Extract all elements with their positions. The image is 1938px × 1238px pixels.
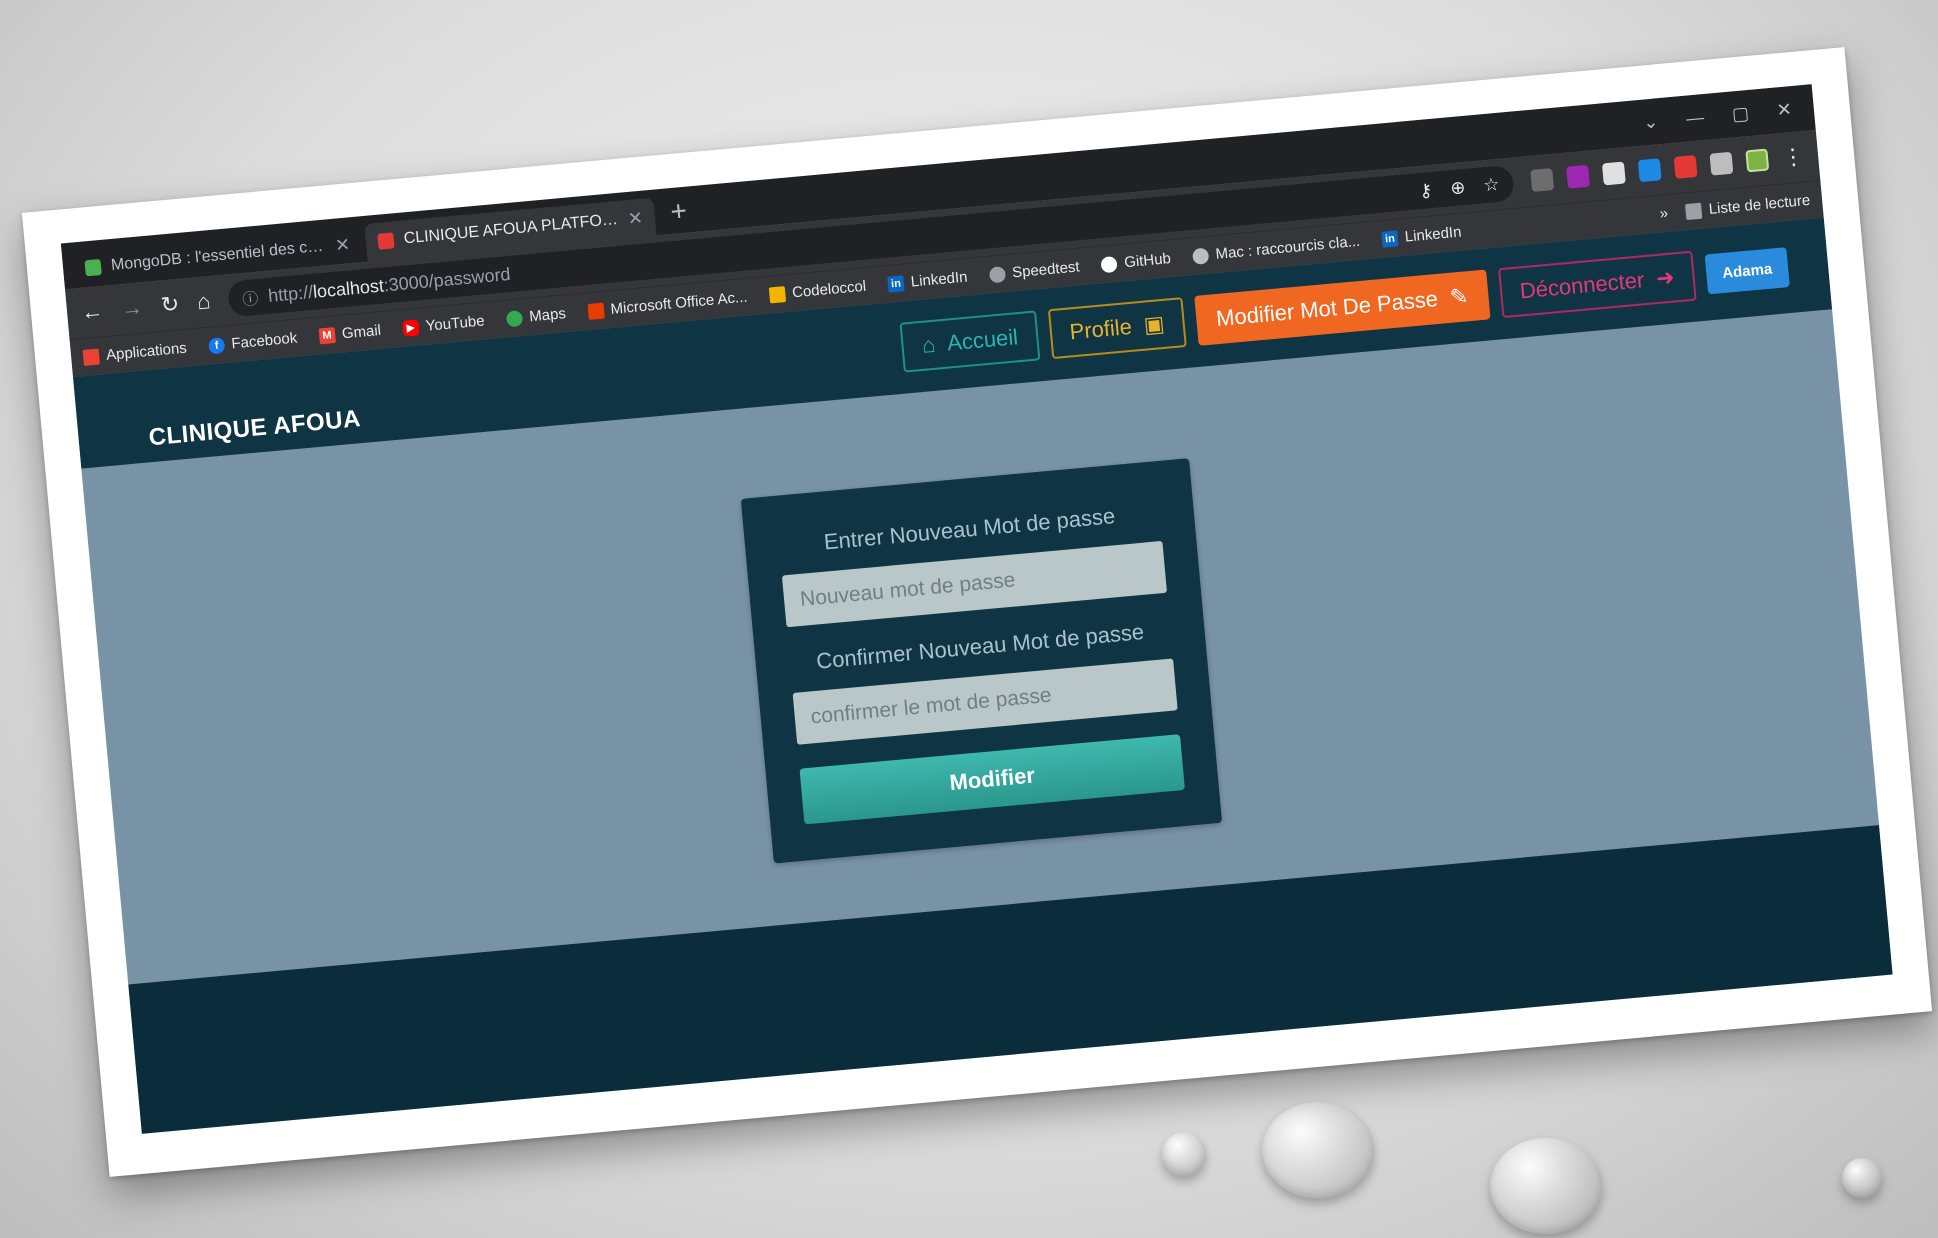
- bookmark-linkedin[interactable]: in LinkedIn: [887, 269, 968, 293]
- url-text: http://localhost:3000/password: [267, 263, 512, 306]
- bookmark-maps[interactable]: Maps: [505, 305, 567, 327]
- water-drop: [1162, 1132, 1206, 1176]
- site-info-icon[interactable]: ⓘ: [241, 285, 259, 310]
- maps-icon: [505, 309, 524, 327]
- extension-red-icon[interactable]: [1673, 154, 1698, 179]
- bookmark-youtube[interactable]: ▶ YouTube: [402, 312, 485, 337]
- extension-broadcast-icon[interactable]: [1566, 164, 1590, 189]
- reading-list-icon: [1685, 202, 1703, 220]
- mongodb-icon: [84, 258, 102, 277]
- sign-out-icon: ➜: [1654, 264, 1676, 292]
- maximize-icon[interactable]: ▢: [1731, 103, 1750, 125]
- puzzle-icon[interactable]: [1709, 151, 1734, 176]
- tab-search-icon[interactable]: ⌄: [1642, 111, 1659, 133]
- back-icon[interactable]: ←: [80, 298, 104, 326]
- water-drop: [1842, 1158, 1882, 1198]
- bookmark-github[interactable]: GitHub: [1100, 250, 1172, 273]
- bookmark-gmail[interactable]: M Gmail: [318, 322, 382, 345]
- bookmark-linkedin-2[interactable]: in LinkedIn: [1381, 224, 1462, 248]
- reload-icon[interactable]: ↻: [160, 291, 181, 319]
- bookmarks-right: » Liste de lecture: [1659, 192, 1811, 223]
- bookmark-mac-shortcuts[interactable]: Mac : raccourcis cla...: [1191, 233, 1361, 265]
- codeloccol-icon: [768, 285, 786, 303]
- reading-list-button[interactable]: Liste de lecture: [1685, 192, 1811, 220]
- bookmark-applications[interactable]: Applications: [82, 340, 187, 366]
- key-icon[interactable]: ⚷: [1418, 180, 1433, 202]
- forward-icon[interactable]: →: [120, 294, 144, 322]
- extension-v-icon[interactable]: [1530, 168, 1555, 192]
- extension-pen-icon[interactable]: [1601, 161, 1626, 186]
- minimize-icon[interactable]: —: [1685, 107, 1705, 130]
- bookmark-office[interactable]: Microsoft Office Ac...: [587, 289, 748, 320]
- accueil-button[interactable]: ⌂ Accueil: [899, 310, 1041, 373]
- clinique-favicon-icon: [377, 232, 395, 250]
- zoom-icon[interactable]: ⊕: [1449, 177, 1466, 199]
- user-button[interactable]: Adama: [1704, 247, 1790, 295]
- bookmark-codeloccol[interactable]: Codeloccol: [768, 278, 867, 304]
- home-icon: ⌂: [920, 331, 937, 358]
- close-window-icon[interactable]: ✕: [1776, 99, 1793, 121]
- profile-avatar-icon[interactable]: [1745, 148, 1770, 173]
- office-icon: [587, 302, 605, 320]
- bookmark-facebook[interactable]: f Facebook: [207, 330, 298, 355]
- modifier-button[interactable]: Modifier: [799, 734, 1185, 825]
- menu-dots-icon[interactable]: ⋮: [1781, 143, 1805, 171]
- home-icon[interactable]: ⌂: [196, 288, 212, 315]
- github-icon: [1100, 255, 1119, 273]
- youtube-icon: ▶: [402, 318, 420, 337]
- edit-icon: ✎: [1448, 283, 1470, 310]
- password-form: Entrer Nouveau Mot de passe Confirmer No…: [740, 458, 1223, 864]
- new-tab-icon[interactable]: +: [657, 194, 701, 236]
- profile-button[interactable]: Profile ▣: [1047, 297, 1187, 360]
- star-icon[interactable]: ☆: [1482, 173, 1500, 195]
- logout-button[interactable]: Déconnecter ➜: [1497, 250, 1697, 319]
- extension-tag-icon[interactable]: [1637, 158, 1662, 183]
- change-password-button[interactable]: Modifier Mot De Passe ✎: [1194, 269, 1491, 346]
- linkedin-icon: in: [887, 274, 905, 293]
- id-badge-icon: ▣: [1142, 310, 1166, 338]
- omnibox-tools: ⚷ ⊕ ☆: [1418, 173, 1500, 201]
- bookmark-speedtest[interactable]: Speedtest: [988, 258, 1080, 283]
- linkedin-icon: in: [1381, 229, 1399, 248]
- water-drop: [1262, 1102, 1374, 1198]
- photo-frame: MongoDB : l'essentiel des comm ✕ CLINIQU…: [21, 47, 1933, 1177]
- close-tab-icon[interactable]: ✕: [627, 207, 644, 229]
- facebook-icon: f: [207, 336, 226, 355]
- gmail-icon: M: [318, 326, 336, 344]
- bookmarks-overflow[interactable]: »: [1659, 205, 1669, 223]
- apple-icon: [1191, 247, 1210, 265]
- apps-grid-icon: [82, 348, 100, 366]
- speedtest-icon: [988, 265, 1006, 283]
- close-tab-icon[interactable]: ✕: [334, 234, 351, 256]
- browser-screenshot: MongoDB : l'essentiel des comm ✕ CLINIQU…: [60, 84, 1893, 1134]
- water-drop: [1490, 1138, 1602, 1234]
